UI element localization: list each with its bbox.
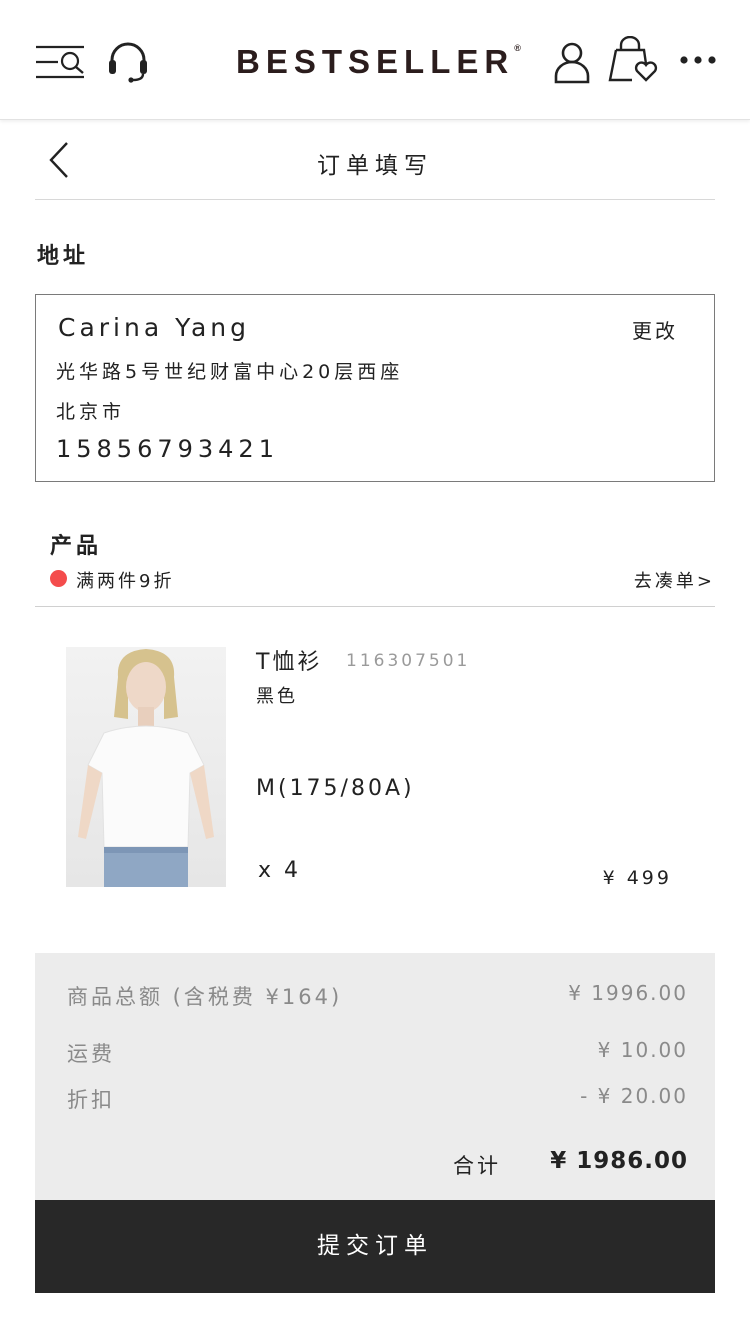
- page-title-bar: 订单填写: [35, 122, 715, 200]
- top-navigation-bar: BESTSELLER®: [0, 0, 750, 120]
- change-address-link[interactable]: 更改: [632, 315, 678, 344]
- shipping-label: 运费: [67, 1042, 115, 1066]
- products-section-label: 产品: [50, 534, 103, 559]
- address-street: 光华路5号世纪财富中心20层西座: [56, 361, 404, 383]
- product-sku: 116307501: [346, 651, 471, 671]
- total-label: 合计: [453, 1154, 501, 1178]
- headset-icon[interactable]: [106, 40, 150, 84]
- discount-value: - ¥ 20.00: [580, 1084, 688, 1108]
- brand-text: BESTSELLER: [236, 43, 515, 80]
- promo-dot-icon: [50, 570, 67, 587]
- address-card[interactable]: Carina Yang 更改 光华路5号世纪财富中心20层西座 北京市 1585…: [35, 294, 715, 482]
- product-size: M(175/80A): [256, 776, 415, 801]
- submit-order-button[interactable]: 提交订单: [35, 1200, 715, 1293]
- add-more-items-link[interactable]: 去凑单>: [634, 567, 715, 593]
- more-icon[interactable]: [678, 52, 718, 68]
- product-image[interactable]: [66, 647, 226, 887]
- product-color: 黑色: [256, 686, 298, 707]
- discount-label: 折扣: [67, 1088, 115, 1112]
- product-quantity: x 4: [258, 858, 302, 883]
- promo-row: 满两件9折 去凑单>: [35, 564, 715, 607]
- subtotal-value: ¥ 1996.00: [568, 981, 688, 1005]
- shopping-bag-heart-icon[interactable]: [606, 36, 662, 84]
- recipient-name: Carina Yang: [58, 313, 250, 342]
- subtotal-label: 商品总额 (含税费 ¥164): [67, 985, 343, 1009]
- promo-text: 满两件9折: [76, 571, 175, 592]
- order-summary: 商品总额 (含税费 ¥164) ¥ 1996.00 运费 ¥ 10.00 折扣 …: [35, 953, 715, 1200]
- page-title: 订单填写: [317, 153, 433, 179]
- total-value: ¥ 1986.00: [550, 1148, 688, 1174]
- menu-search-icon[interactable]: [34, 44, 88, 82]
- shipping-value: ¥ 10.00: [597, 1038, 688, 1062]
- user-icon[interactable]: [552, 40, 592, 84]
- product-name[interactable]: T恤衫: [256, 644, 322, 676]
- address-section-label: 地址: [37, 244, 90, 269]
- address-city: 北京市: [56, 401, 126, 423]
- recipient-phone: 15856793421: [56, 435, 279, 463]
- registered-mark: ®: [514, 43, 521, 53]
- product-price: ¥ 499: [602, 867, 672, 889]
- brand-logo[interactable]: BESTSELLER®: [236, 38, 521, 80]
